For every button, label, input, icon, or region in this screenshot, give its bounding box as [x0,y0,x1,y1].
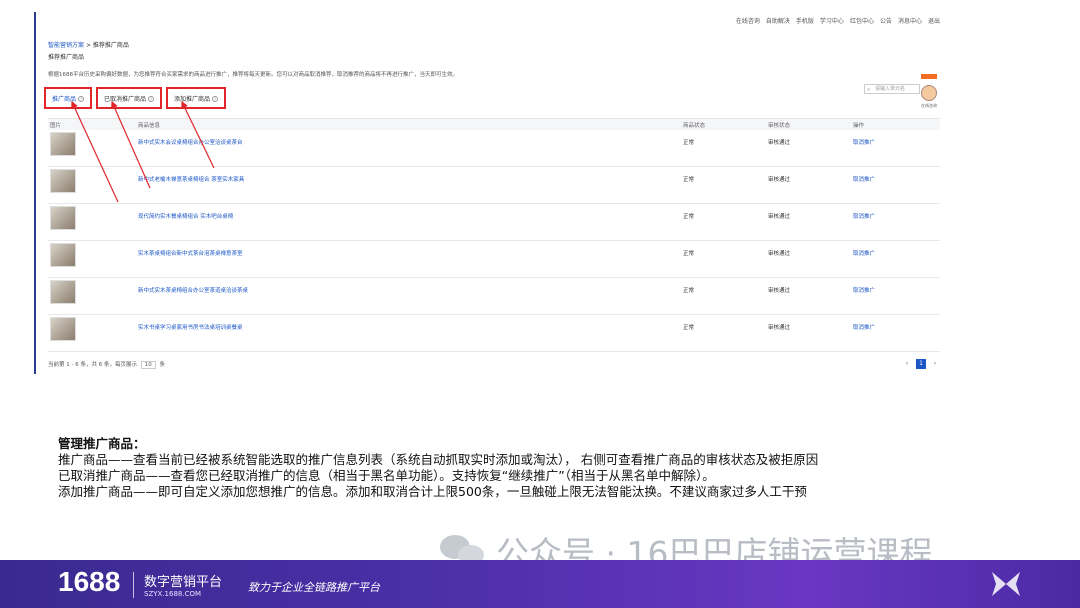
search-input[interactable]: ⌕ 请输入单元名 [864,84,920,94]
brand-logo: 1688 [58,566,121,597]
pagination-bar: 当前第 1 - 6 条，共 6 条，每页展示 10 条 ‹ 1 › [48,356,940,372]
pagination-summary-text: 当前第 1 - 6 条，共 6 条，每页展示 [48,362,137,368]
tab-label: 推广商品 [52,96,77,103]
product-title-link[interactable]: 现代简约实木餐桌椅组合 实木吧台桌椅 [138,212,683,220]
col-header: 图片 [50,122,62,129]
breadcrumb: 智能营销方案 > 推荐推广商品 [48,40,129,49]
product-thumbnail[interactable] [50,280,76,304]
cancel-promotion-link[interactable]: 取消推广 [853,323,933,331]
product-title-link[interactable]: 实木书桌学习桌家用书房书法桌培训桌餐桌 [138,323,683,331]
per-page-unit: 条 [159,362,165,368]
product-status: 正常 [683,325,695,331]
product-title-link[interactable]: 新中式实木茶桌椅组合办公室茶道桌洽谈茶桌 [138,286,683,294]
product-thumbnail[interactable] [50,169,76,193]
footer-band: 1688 数字营销平台 SZYX.1688.COM 致力于企业全链路推广平台 [0,560,1080,608]
support-mascot[interactable]: 在线咨询 [920,74,938,112]
topbar-item[interactable]: 红包中心 [850,16,874,25]
product-thumbnail[interactable] [50,132,76,156]
review-status: 审核通过 [768,251,791,257]
col-header: 商品信息 [138,122,161,129]
cancel-promotion-link[interactable]: 取消推广 [853,286,933,294]
breadcrumb-root[interactable]: 智能营销方案 [48,42,84,49]
col-header: 审核状态 [768,122,791,129]
topbar-item[interactable]: 自助解决 [766,16,790,25]
help-icon[interactable]: ? [148,96,155,102]
table-header: 图片 商品信息 商品状态 审核状态 操作 [48,118,940,130]
product-title-link[interactable]: 实木茶桌椅组合新中式茶台泡茶桌禅意茶室 [138,249,683,257]
platform-name: 数字营销平台 [144,575,223,590]
slogan: 致力于企业全链路推广平台 [248,581,380,594]
product-status: 正常 [683,214,695,220]
table-row: 新中式实木会议桌椅组合办公室洽谈桌茶台 正常 审核通过 取消推广 [48,130,940,167]
tab-cancelled-products[interactable]: 已取消推广商品? [96,87,163,109]
cancel-promotion-link[interactable]: 取消推广 [853,212,933,220]
review-status: 审核通过 [768,325,791,331]
product-status: 正常 [683,251,695,257]
mascot-label: 在线咨询 [921,103,937,108]
table-row: 现代简约实木餐桌椅组合 实木吧台桌椅 正常 审核通过 取消推广 [48,204,940,241]
review-status: 审核通过 [768,177,791,183]
help-icon[interactable]: ? [78,96,85,102]
tab-label: 已取消推广商品 [104,96,147,103]
table-row: 新中式老榆木禅意茶桌椅组合 茶室实木家具 正常 审核通过 取消推广 [48,167,940,204]
breadcrumb-current: 推荐推广商品 [92,42,129,49]
platform-url: SZYX.1688.COM [144,590,202,598]
screenshot-panel: 在线咨询 自助解决 手机版 学习中心 红包中心 公告 消息中心 退出 智能营销方… [34,12,940,374]
product-thumbnail[interactable] [50,317,76,341]
tab-add-products[interactable]: 添加推广商品? [166,87,227,109]
review-status: 审核通过 [768,214,791,220]
divider [133,572,134,598]
product-thumbnail[interactable] [50,206,76,230]
topbar-item[interactable]: 手机版 [796,16,814,25]
product-status: 正常 [683,140,695,146]
topbar-item[interactable]: 在线咨询 [736,16,760,25]
table-row: 新中式实木茶桌椅组合办公室茶道桌洽谈茶桌 正常 审核通过 取消推广 [48,278,940,315]
pager: ‹ 1 › [902,359,940,369]
topbar-item[interactable]: 消息中心 [898,16,922,25]
page-button[interactable]: 1 [916,359,926,369]
cancel-promotion-link[interactable]: 取消推广 [853,249,933,257]
topbar-item[interactable]: 公告 [880,16,892,25]
description-block: 管理推广商品： 推广商品——查看当前已经被系统智能选取的推广信息列表（系统自动抓… [58,436,818,500]
review-status: 审核通过 [768,140,791,146]
mascot-face-icon [921,85,937,101]
breadcrumb-sep: > [85,42,91,49]
cancel-promotion-link[interactable]: 取消推广 [853,138,933,146]
notice-text: 根据1688平台历史采购偏好数据，为您推荐符合买家需求的商品进行推广，推荐将每天… [48,72,459,78]
page-title: 推荐推广商品 [48,54,85,61]
tab-promoted-products[interactable]: 推广商品? [44,87,93,109]
product-title-link[interactable]: 新中式老榆木禅意茶桌椅组合 茶室实木家具 [138,175,683,183]
top-utility-bar: 在线咨询 自助解决 手机版 学习中心 红包中心 公告 消息中心 退出 [736,16,940,25]
search-placeholder: 请输入单元名 [875,86,906,92]
search-icon: ⌕ [867,86,871,93]
product-table: 图片 商品信息 商品状态 审核状态 操作 新中式实木会议桌椅组合办公室洽谈桌茶台… [48,118,940,352]
table-row: 实木茶桌椅组合新中式茶台泡茶桌禅意茶室 正常 审核通过 取消推广 [48,241,940,278]
product-status: 正常 [683,288,695,294]
topbar-item[interactable]: 学习中心 [820,16,844,25]
topbar-item[interactable]: 退出 [928,16,940,25]
tab-label: 添加推广商品 [174,96,211,103]
product-title-link[interactable]: 新中式实木会议桌椅组合办公室洽谈桌茶台 [138,138,683,146]
next-page-button[interactable]: › [930,359,940,369]
product-thumbnail[interactable] [50,243,76,267]
tab-bar: 推广商品? 已取消推广商品? 添加推广商品? [44,82,230,114]
description-line: 已取消推广商品——查看您已经取消推广的信息（相当于黑名单功能）。支持恢复“继续推… [58,468,715,483]
table-row: 实木书桌学习桌家用书房书法桌培训桌餐桌 正常 审核通过 取消推广 [48,315,940,352]
per-page-select[interactable]: 10 [140,361,156,369]
product-status: 正常 [683,177,695,183]
prev-page-button[interactable]: ‹ [902,359,912,369]
col-header: 商品状态 [683,122,706,129]
pagination-summary: 当前第 1 - 6 条，共 6 条，每页展示 10 条 [48,360,165,369]
help-icon[interactable]: ? [212,96,219,102]
mascot-hat [921,74,937,79]
description-heading: 管理推广商品： [58,436,146,451]
butterfly-logo-icon [992,572,1020,596]
col-header: 操作 [853,122,865,129]
cancel-promotion-link[interactable]: 取消推广 [853,175,933,183]
description-line: 添加推广商品——即可自定义添加您想推广的信息。添加和取消合计上限500条，一旦触… [58,484,807,499]
description-line: 推广商品——查看当前已经被系统智能选取的推广信息列表（系统自动抓取实时添加或淘汰… [58,452,819,467]
review-status: 审核通过 [768,288,791,294]
